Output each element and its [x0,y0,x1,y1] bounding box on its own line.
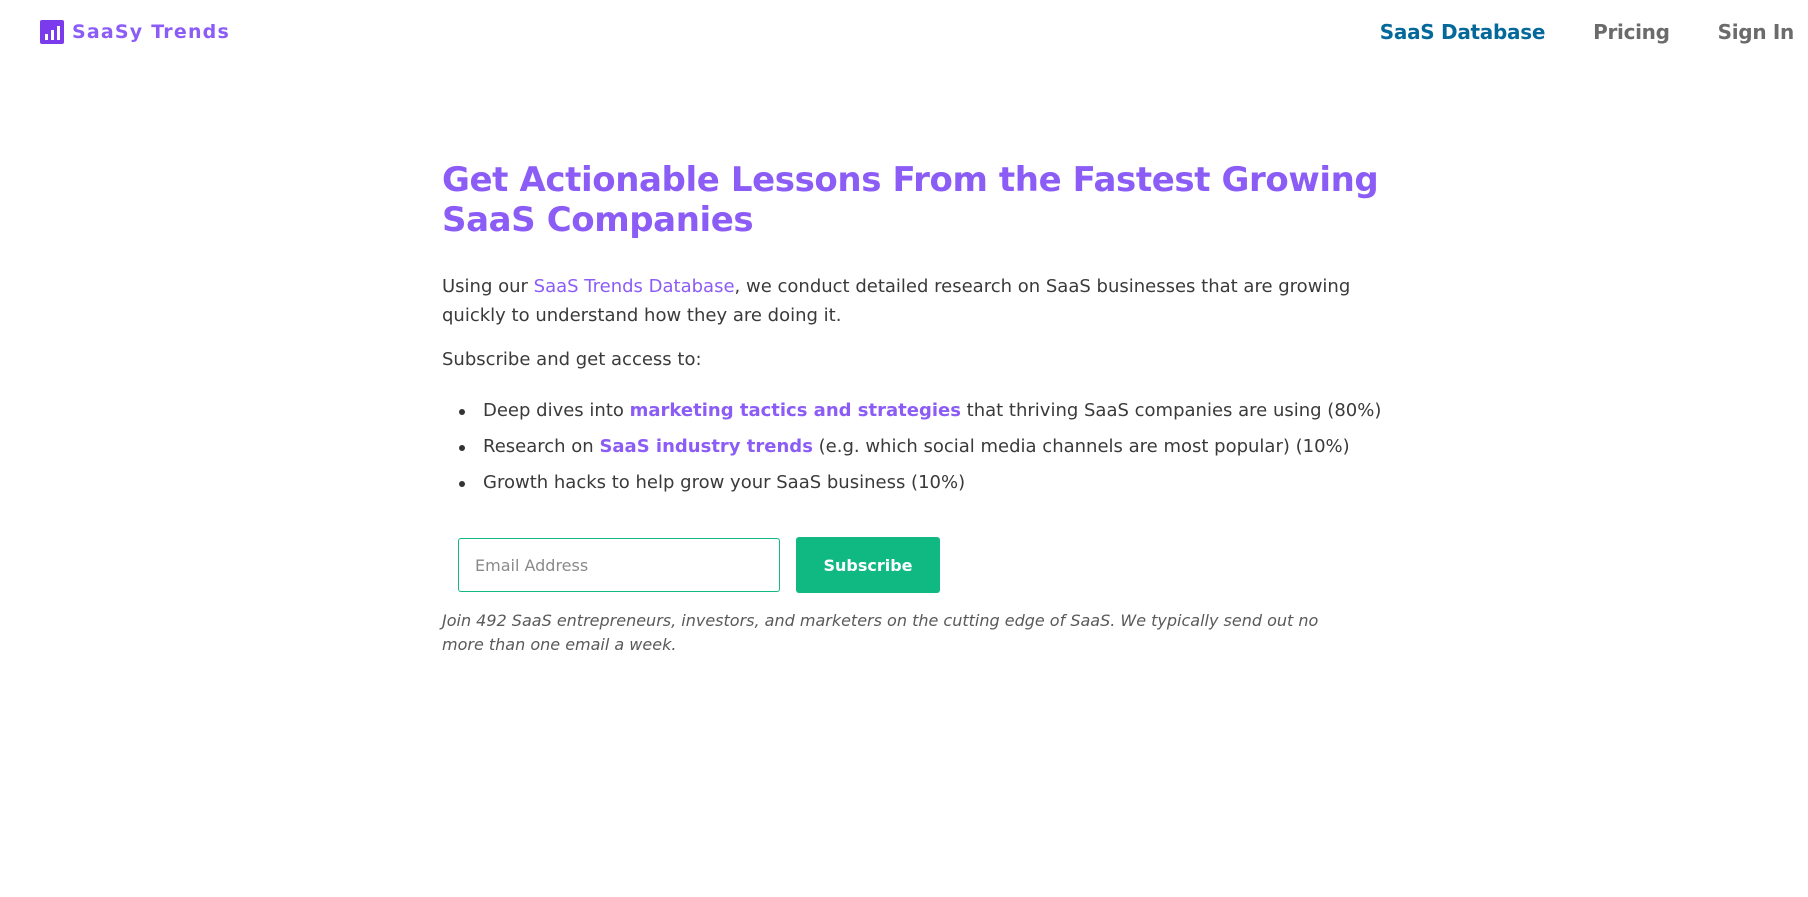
intro-text-prefix: Using our [442,276,534,297]
subscribe-footnote: Join 492 SaaS entrepreneurs, investors, … [442,611,1319,654]
top-navigation: SaaSy Trends SaaS Database Pricing Sign … [0,0,1808,64]
brand-name: SaaSy Trends [72,21,230,43]
list-item: Research on SaaS industry trends (e.g. w… [442,429,1382,465]
benefit-text-suffix: that thriving SaaS companies are using (… [960,400,1382,421]
intro-paragraph: Using our SaaS Trends Database, we condu… [442,272,1382,330]
subscribe-form: Subscribe [458,537,1382,593]
nav-link-saas-database[interactable]: SaaS Database [1380,20,1546,44]
saas-trends-database-link[interactable]: SaaS Trends Database [534,276,735,297]
saas-industry-trends-link[interactable]: SaaS industry trends [599,436,812,457]
nav-link-sign-in[interactable]: Sign In [1718,20,1795,44]
main-nav: SaaS Database Pricing Sign In [1380,20,1795,44]
benefit-text: Growth hacks to help grow your SaaS busi… [483,472,966,493]
marketing-tactics-link[interactable]: marketing tactics and strategies [630,400,961,421]
page-headline: Get Actionable Lessons From the Fastest … [442,160,1379,240]
benefit-text-prefix: Research on [483,436,600,457]
benefit-text-prefix: Deep dives into [483,400,630,421]
bar-chart-icon [40,20,64,44]
subscribe-lead-text: Subscribe and get access to: [442,349,702,370]
brand-logo-link[interactable]: SaaSy Trends [40,20,230,44]
list-item: Growth hacks to help grow your SaaS busi… [442,465,1382,501]
hero-section: Get Actionable Lessons From the Fastest … [442,160,1382,657]
email-input[interactable] [458,538,780,592]
benefits-list: Deep dives into marketing tactics and st… [442,393,1382,501]
nav-link-pricing[interactable]: Pricing [1593,20,1670,44]
benefit-text-suffix: (e.g. which social media channels are mo… [812,436,1350,457]
subscribe-button[interactable]: Subscribe [796,537,940,593]
list-item: Deep dives into marketing tactics and st… [442,393,1382,429]
